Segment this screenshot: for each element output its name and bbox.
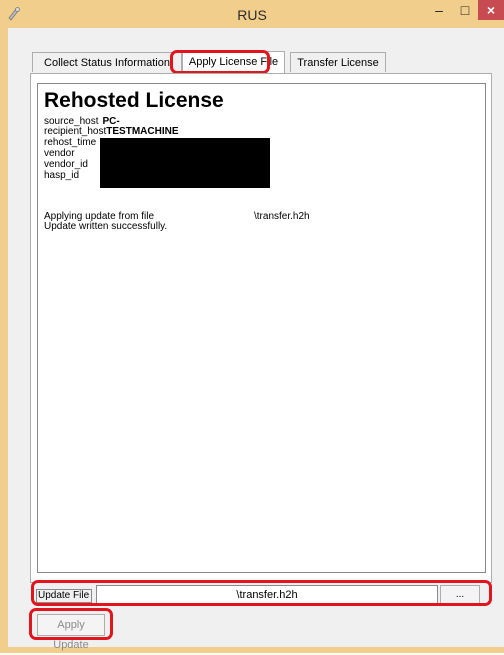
license-heading: Rehosted License — [44, 89, 224, 112]
close-button[interactable]: × — [478, 0, 504, 20]
success-message: Update written successfully. — [44, 221, 168, 232]
field-vendor-id: vendor_id — [44, 160, 88, 170]
maximize-button[interactable]: □ — [452, 0, 478, 20]
apply-message-file: \transfer.h2h — [254, 211, 310, 222]
field-key: rehost_time — [44, 137, 97, 148]
field-key: vendor — [44, 148, 75, 159]
field-recipient-host: recipient_hostTESTMACHINE — [44, 127, 179, 137]
field-hasp-id: hasp_id — [44, 171, 79, 181]
update-row-highlight — [31, 580, 492, 606]
rus-window: RUS – □ × Collect Status Information App… — [0, 0, 504, 653]
tab-highlight — [170, 50, 270, 74]
title-bar[interactable]: RUS – □ × — [0, 0, 504, 28]
field-key: vendor_id — [44, 159, 88, 170]
minimize-button[interactable]: – — [426, 0, 452, 20]
tab-collect-status-information[interactable]: Collect Status Information — [32, 52, 182, 72]
apply-button-highlight — [29, 608, 113, 640]
field-value: TESTMACHINE — [106, 126, 179, 137]
redaction-block — [100, 138, 270, 188]
field-key: hasp_id — [44, 170, 80, 181]
field-rehost-time: rehost_time — [44, 138, 96, 148]
tab-transfer-license[interactable]: Transfer License — [290, 52, 386, 72]
field-key: recipient_host — [44, 126, 107, 137]
field-vendor: vendor — [44, 149, 75, 159]
